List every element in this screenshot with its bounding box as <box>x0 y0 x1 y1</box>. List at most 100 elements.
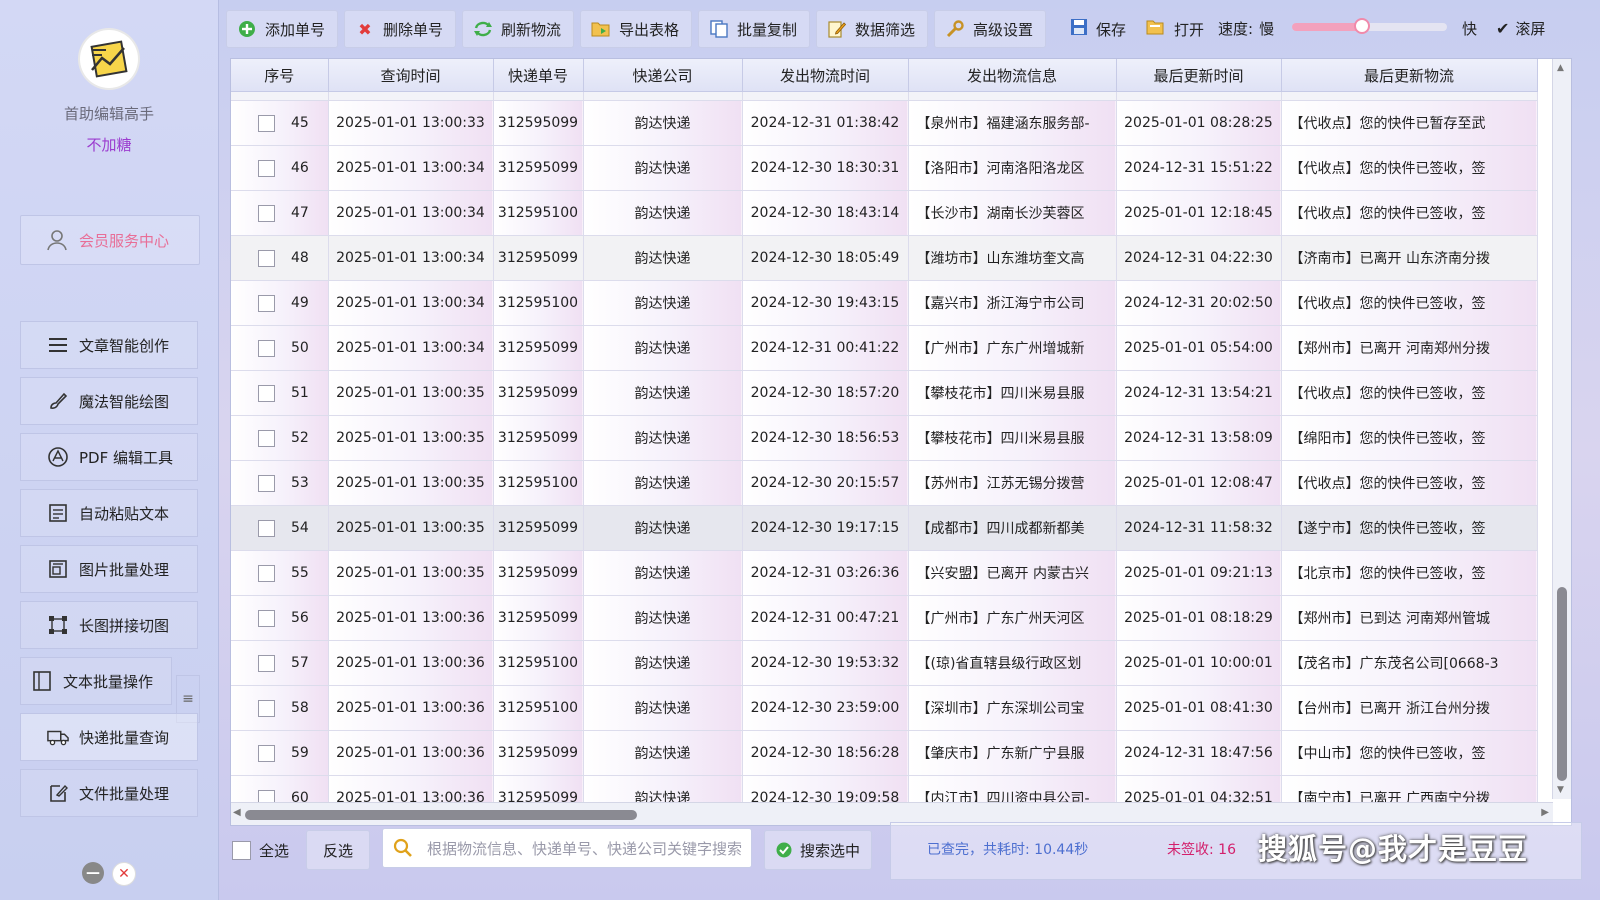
row-checkbox[interactable] <box>258 564 275 582</box>
scroll-up-icon[interactable]: ▲ <box>1557 63 1564 73</box>
row-number: 52 <box>291 430 309 446</box>
nav-auto-paste[interactable]: 自动粘贴文本 <box>20 489 198 537</box>
export-table-button[interactable]: 导出表格 <box>580 10 692 48</box>
table-row[interactable]: 47 2025-01-01 13:00:34 312595100 韵达快递 2024-1… <box>231 190 1538 236</box>
table-row[interactable]: 59 2025-01-01 13:00:36 312595099 韵达快递 2024-1… <box>231 730 1538 776</box>
search-selected-button[interactable]: 搜索选中 <box>764 830 872 870</box>
row-checkbox[interactable] <box>258 699 275 717</box>
search-input[interactable]: 根据物流信息、快递单号、快递公司关键字搜索 <box>382 828 752 868</box>
nav-pdf-tool[interactable]: PDF 编辑工具 <box>20 433 198 481</box>
member-center-button[interactable]: 会员服务中心 <box>20 215 200 265</box>
table-cell-sent-info: 【潍坊市】山东潍坊奎文高 <box>908 235 1117 281</box>
table-cell-tracking: 312595100 <box>493 190 584 236</box>
select-all-checkbox[interactable]: 全选 <box>232 830 289 870</box>
scroll-screen-toggle[interactable]: ✔ 滚屏 <box>1496 18 1545 39</box>
express-grid: 序号 查询时间 快递单号 快递公司 发出物流时间 发出物流信息 最后更新时间 最… <box>231 59 1538 821</box>
table-row[interactable]: 53 2025-01-01 13:00:35 312595100 韵达快递 2024-1… <box>231 460 1538 506</box>
table-row[interactable]: 45 2025-01-01 13:00:33 312595099 韵达快递 2024-1… <box>231 100 1538 146</box>
table-cell-tracking: 312595099 <box>493 505 584 551</box>
nav-label: 文件批量处理 <box>79 784 170 803</box>
delete-number-button[interactable]: ✖ 删除单号 <box>344 10 456 48</box>
table-row[interactable]: 51 2025-01-01 13:00:35 312595099 韵达快递 2024-1… <box>231 370 1538 416</box>
table-cell-company: 韵达快递 <box>583 325 743 371</box>
table-cell-updated: 2025-01-01 12:18:45 <box>1116 190 1282 236</box>
table-row[interactable]: 50 2025-01-01 13:00:34 312595099 韵达快递 2024-1… <box>231 325 1538 371</box>
table-row[interactable]: 46 2025-01-01 13:00:34 312595099 韵达快递 2024-1… <box>231 145 1538 191</box>
row-checkbox[interactable] <box>258 744 275 762</box>
add-number-button[interactable]: 添加单号 <box>226 10 338 48</box>
column-header[interactable]: 最后更新时间 <box>1116 59 1282 92</box>
table-cell-no: 58 <box>231 685 329 731</box>
nav-long-image[interactable]: 长图拼接切图 <box>20 601 198 649</box>
row-checkbox[interactable] <box>258 519 275 537</box>
column-header[interactable]: 最后更新物流 <box>1281 59 1538 92</box>
search-icon <box>393 838 413 858</box>
crop-icon <box>47 614 69 636</box>
row-checkbox[interactable] <box>258 429 275 447</box>
save-button[interactable]: 保存 <box>1070 18 1126 40</box>
nav-label: 图片批量处理 <box>79 560 170 579</box>
row-checkbox[interactable] <box>258 249 275 267</box>
vertical-scrollbar[interactable]: ▲ ▼ <box>1552 59 1571 799</box>
table-header: 序号 查询时间 快递单号 快递公司 发出物流时间 发出物流信息 最后更新时间 最… <box>231 59 1538 92</box>
column-header[interactable]: 快递单号 <box>493 59 584 92</box>
minimize-icon[interactable]: — <box>82 862 104 884</box>
data-filter-button[interactable]: 数据筛选 <box>816 10 928 48</box>
table-cell-no: 53 <box>231 460 329 506</box>
table-row[interactable]: 58 2025-01-01 13:00:36 312595100 韵达快递 2024-1… <box>231 685 1538 731</box>
row-checkbox[interactable] <box>258 159 275 177</box>
speed-slider-thumb[interactable] <box>1353 18 1370 34</box>
row-checkbox[interactable] <box>258 204 275 222</box>
speed-slider[interactable] <box>1292 18 1447 34</box>
nav-article-create[interactable]: 文章智能创作 <box>20 321 198 369</box>
speed-label: 速度: 慢 <box>1218 20 1275 38</box>
table-cell-sent: 2024-12-31 00:41:22 <box>742 325 909 371</box>
table-row[interactable]: 54 2025-01-01 13:00:35 312595099 韵达快递 2024-1… <box>231 505 1538 551</box>
table-row[interactable]: 48 2025-01-01 13:00:34 312595099 韵达快递 2024-1… <box>231 235 1538 281</box>
close-icon[interactable]: ✕ <box>112 862 136 886</box>
row-checkbox[interactable] <box>258 474 275 492</box>
horizontal-scroll-thumb[interactable] <box>245 810 637 820</box>
table-row[interactable]: 49 2025-01-01 13:00:34 312595100 韵达快递 2024-1… <box>231 280 1538 326</box>
nav-text-batch[interactable]: 文本批量操作 <box>20 657 172 705</box>
vertical-scroll-thumb[interactable] <box>1557 587 1567 781</box>
refresh-logistics-button[interactable]: 刷新物流 <box>462 10 574 48</box>
row-checkbox[interactable] <box>258 654 275 672</box>
row-checkbox[interactable] <box>258 609 275 627</box>
nav-magic-draw[interactable]: 魔法智能绘图 <box>20 377 198 425</box>
scroll-down-icon[interactable]: ▼ <box>1557 785 1564 795</box>
table-cell-no: 45 <box>231 100 329 146</box>
table-cell-updated: 2025-01-01 08:18:29 <box>1116 595 1282 641</box>
column-header[interactable]: 快递公司 <box>583 59 743 92</box>
column-header[interactable]: 发出物流时间 <box>742 59 909 92</box>
row-checkbox[interactable] <box>258 294 275 312</box>
app-subtitle[interactable]: 不加糖 <box>0 134 218 155</box>
scroll-right-icon[interactable]: ▶ <box>1541 807 1549 818</box>
table-cell-query: 2025-01-01 13:00:34 <box>328 325 494 371</box>
row-checkbox[interactable] <box>258 339 275 357</box>
nav-express-query[interactable]: 快递批量查询 <box>20 713 198 761</box>
batch-copy-button[interactable]: 批量复制 <box>698 10 810 48</box>
scroll-left-icon[interactable]: ◀ <box>233 807 241 818</box>
checkbox-icon <box>232 840 251 860</box>
column-header[interactable]: 发出物流信息 <box>908 59 1117 92</box>
table-cell-company: 韵达快递 <box>583 145 743 191</box>
table-cell-updated: 2024-12-31 04:22:30 <box>1116 235 1282 281</box>
row-checkbox[interactable] <box>258 114 275 132</box>
table-row[interactable]: 52 2025-01-01 13:00:35 312595099 韵达快递 2024-1… <box>231 415 1538 461</box>
table-cell-no: 47 <box>231 190 329 236</box>
row-number: 57 <box>291 655 309 671</box>
table-row[interactable]: 56 2025-01-01 13:00:36 312595099 韵达快递 2024-1… <box>231 595 1538 641</box>
column-header[interactable]: 序号 <box>231 59 329 92</box>
table-row[interactable]: 57 2025-01-01 13:00:36 312595100 韵达快递 2024-1… <box>231 640 1538 686</box>
table-row[interactable]: 55 2025-01-01 13:00:35 312595099 韵达快递 2024-1… <box>231 550 1538 596</box>
invert-select-button[interactable]: 反选 <box>306 830 370 870</box>
table-cell-company: 韵达快递 <box>583 595 743 641</box>
row-checkbox[interactable] <box>258 384 275 402</box>
column-header[interactable]: 查询时间 <box>328 59 494 92</box>
table-cell-sent: 2024-12-30 18:30:31 <box>742 145 909 191</box>
open-button[interactable]: 打开 <box>1146 18 1204 40</box>
nav-file-batch[interactable]: 文件批量处理 <box>20 769 198 817</box>
advanced-settings-button[interactable]: 高级设置 <box>934 10 1046 48</box>
nav-image-batch[interactable]: 图片批量处理 <box>20 545 198 593</box>
